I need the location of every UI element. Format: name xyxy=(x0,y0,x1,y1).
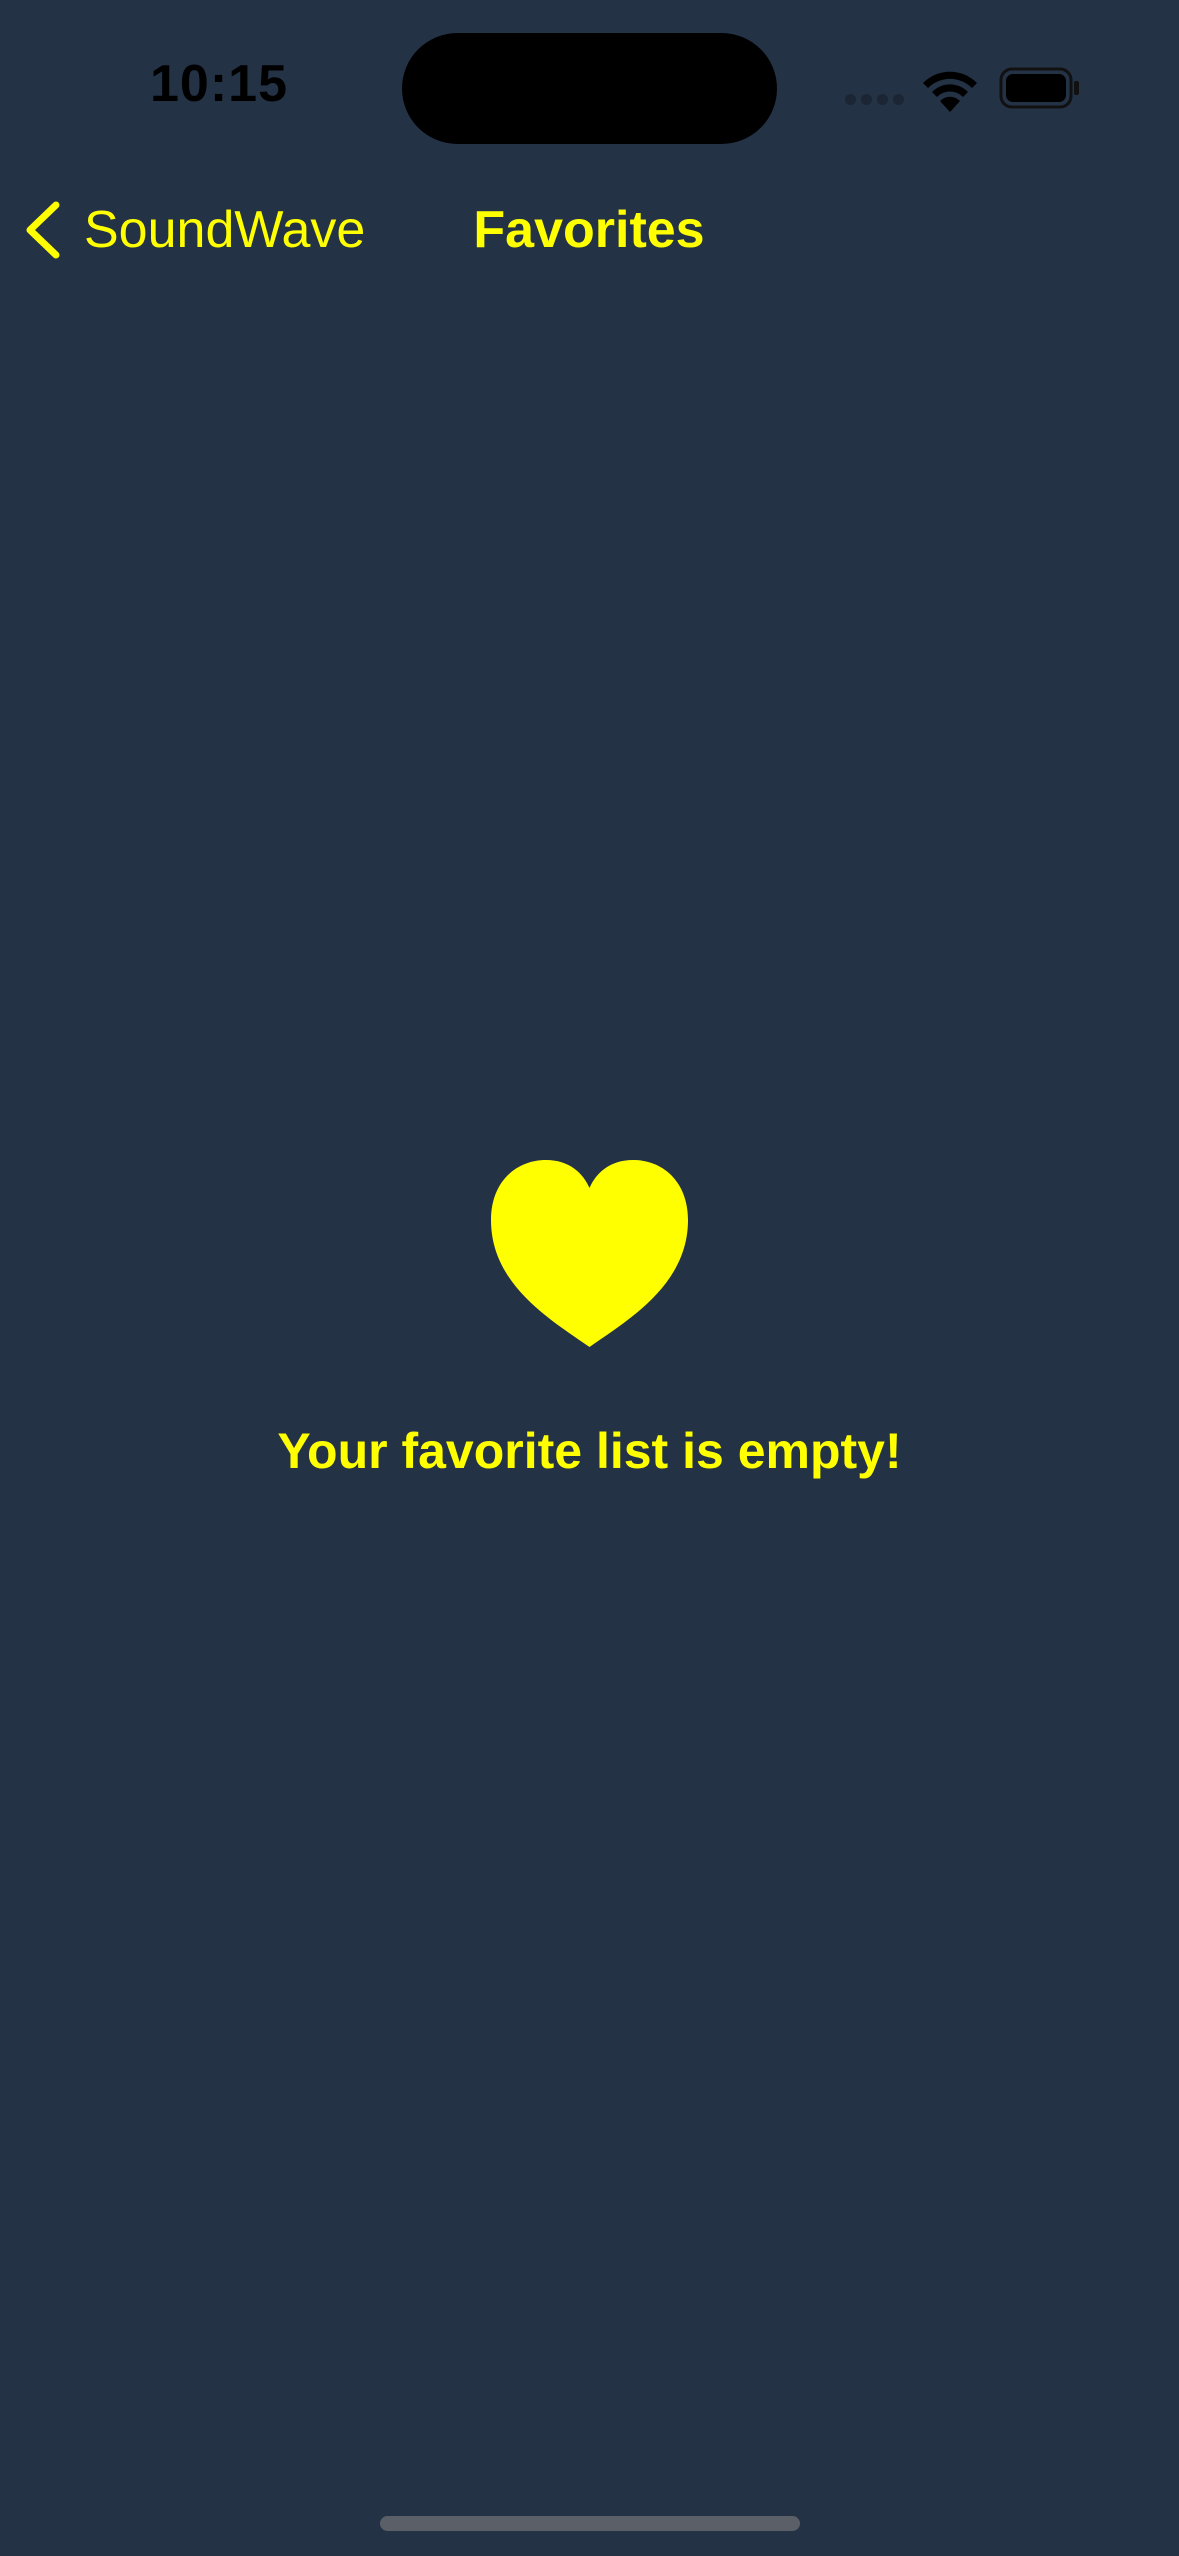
empty-state-message: Your favorite list is empty! xyxy=(277,1423,902,1479)
dynamic-island xyxy=(402,33,777,144)
back-button[interactable]: SoundWave xyxy=(20,190,365,270)
back-button-label: SoundWave xyxy=(84,201,366,259)
wifi-icon xyxy=(923,71,977,112)
status-time: 10:15 xyxy=(150,55,288,113)
heart-icon xyxy=(491,1160,688,1347)
battery-icon xyxy=(999,67,1079,109)
navigation-bar: SoundWave Favorites xyxy=(0,175,1179,285)
signal-icon xyxy=(845,94,905,106)
page-title: Favorites xyxy=(473,201,705,259)
home-indicator[interactable] xyxy=(380,2516,800,2531)
status-bar: 10:15 xyxy=(0,0,1179,175)
chevron-left-icon xyxy=(26,201,60,259)
